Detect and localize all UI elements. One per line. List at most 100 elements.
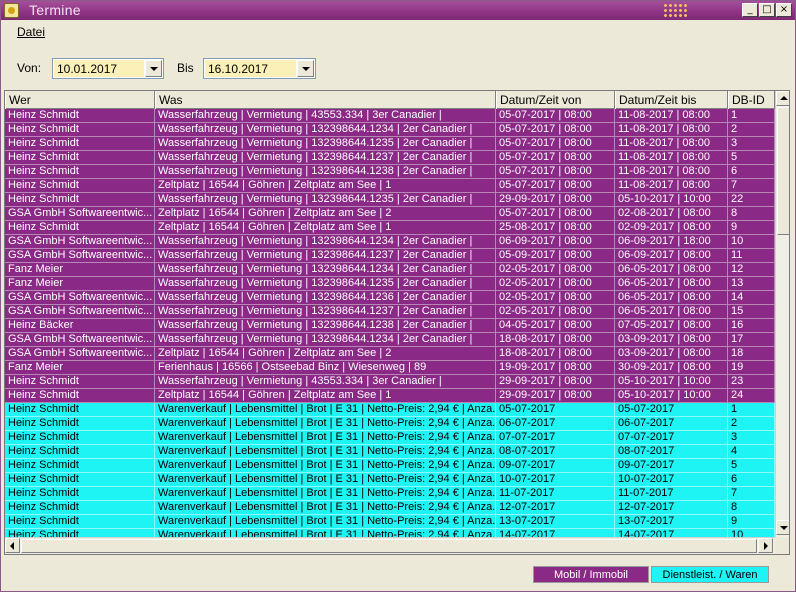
table-row[interactable]: Heinz Schmidt Wasserfahrzeug | Vermietung… (5, 123, 775, 137)
cell-was: Warenverkauf | Lebensmittel | Brot | E 3… (155, 431, 496, 445)
vertical-scroll-thumb[interactable] (777, 107, 789, 235)
cell-von: 02-05-2017 | 08:00 (496, 291, 615, 305)
cell-von: 14-07-2017 (496, 529, 615, 537)
cell-von: 25-08-2017 | 08:00 (496, 221, 615, 235)
table-row[interactable]: Heinz Schmidt Zeltplatz | 16544 | Göhren … (5, 179, 775, 193)
cell-was: Ferienhaus | 16566 | Ostseebad Binz | Wi… (155, 361, 496, 375)
title-bar[interactable]: Termine _ □ × (1, 1, 795, 20)
scroll-up-icon[interactable] (776, 91, 789, 106)
table-row[interactable]: Heinz Schmidt Wasserfahrzeug | Vermietung… (5, 137, 775, 151)
menu-datei[interactable]: Datei (17, 25, 45, 39)
table-row[interactable]: Fanz Meier Wasserfahrzeug | Vermietung | … (5, 277, 775, 291)
cell-von: 05-07-2017 | 08:00 (496, 109, 615, 123)
cell-wer: Heinz Schmidt (5, 459, 155, 473)
cell-wer: Heinz Schmidt (5, 445, 155, 459)
maximize-icon[interactable]: □ (759, 3, 775, 17)
table-row[interactable]: Heinz Schmidt Wasserfahrzeug | Vermietung… (5, 375, 775, 389)
cell-was: Warenverkauf | Lebensmittel | Brot | E 3… (155, 403, 496, 417)
cell-was: Wasserfahrzeug | Vermietung | 132398644.… (155, 165, 496, 179)
cell-dbid: 22 (728, 193, 775, 207)
table-row[interactable]: Heinz Schmidt Zeltplatz | 16544 | Göhren … (5, 389, 775, 403)
from-date-value[interactable]: 10.01.2017 (54, 60, 144, 77)
table-row[interactable]: Heinz Schmidt Warenverkauf | Lebensmittel… (5, 417, 775, 431)
cell-bis: 14-07-2017 (615, 529, 728, 537)
table-row[interactable]: GSA GmbH Softwareentwic... Wasserfahrzeug… (5, 291, 775, 305)
cell-bis: 08-07-2017 (615, 445, 728, 459)
column-header-wer[interactable]: Wer (5, 91, 155, 109)
table-row[interactable]: Heinz Schmidt Warenverkauf | Lebensmittel… (5, 515, 775, 529)
cell-bis: 06-05-2017 | 08:00 (615, 277, 728, 291)
cell-dbid: 17 (728, 333, 775, 347)
scroll-down-icon[interactable] (776, 520, 789, 535)
table-row[interactable]: Fanz Meier Wasserfahrzeug | Vermietung | … (5, 263, 775, 277)
table-row[interactable]: Heinz Schmidt Warenverkauf | Lebensmittel… (5, 459, 775, 473)
from-date-combo[interactable]: 10.01.2017 (52, 58, 164, 79)
cell-bis: 11-08-2017 | 08:00 (615, 109, 728, 123)
cell-wer: Heinz Schmidt (5, 179, 155, 193)
cell-bis: 11-08-2017 | 08:00 (615, 137, 728, 151)
cell-dbid: 2 (728, 123, 775, 137)
table-row[interactable]: Heinz Schmidt Warenverkauf | Lebensmittel… (5, 445, 775, 459)
cell-wer: Heinz Schmidt (5, 151, 155, 165)
to-date-combo[interactable]: 16.10.2017 (203, 58, 316, 79)
table-row[interactable]: GSA GmbH Softwareentwic... Wasserfahrzeug… (5, 235, 775, 249)
scroll-right-icon[interactable] (758, 538, 773, 553)
table-row[interactable]: Heinz Schmidt Wasserfahrzeug | Vermietung… (5, 193, 775, 207)
cell-von: 29-09-2017 | 08:00 (496, 375, 615, 389)
cell-dbid: 3 (728, 137, 775, 151)
horizontal-scrollbar[interactable] (5, 537, 775, 554)
table-row[interactable]: GSA GmbH Softwareentwic... Wasserfahrzeug… (5, 305, 775, 319)
cell-wer: Heinz Schmidt (5, 123, 155, 137)
table-row[interactable]: Heinz Schmidt Warenverkauf | Lebensmittel… (5, 487, 775, 501)
table-row[interactable]: Fanz Meier Ferienhaus | 16566 | Ostseebad… (5, 361, 775, 375)
app-icon[interactable] (4, 3, 19, 18)
table-row[interactable]: Heinz Schmidt Warenverkauf | Lebensmittel… (5, 431, 775, 445)
cell-bis: 06-09-2017 | 08:00 (615, 249, 728, 263)
cell-von: 07-07-2017 (496, 431, 615, 445)
table-row[interactable]: Heinz Schmidt Warenverkauf | Lebensmittel… (5, 501, 775, 515)
cell-was: Zeltplatz | 16544 | Göhren | Zeltplatz a… (155, 179, 496, 193)
table-row[interactable]: Heinz Schmidt Wasserfahrzeug | Vermietung… (5, 109, 775, 123)
table-row[interactable]: Heinz Bäcker Wasserfahrzeug | Vermietung … (5, 319, 775, 333)
column-header-von[interactable]: Datum/Zeit von (496, 91, 615, 109)
table-row[interactable]: Heinz Schmidt Warenverkauf | Lebensmittel… (5, 403, 775, 417)
cell-von: 02-05-2017 | 08:00 (496, 277, 615, 291)
minimize-icon[interactable]: _ (742, 3, 758, 17)
dropdown-arrow-icon[interactable] (297, 60, 314, 77)
column-header-bis[interactable]: Datum/Zeit bis (615, 91, 728, 109)
cell-von: 05-07-2017 | 08:00 (496, 207, 615, 221)
table-row[interactable]: Heinz Schmidt Warenverkauf | Lebensmittel… (5, 473, 775, 487)
table-row[interactable]: Heinz Schmidt Wasserfahrzeug | Vermietung… (5, 151, 775, 165)
grid-header: Wer Was Datum/Zeit von Datum/Zeit bis DB… (5, 91, 775, 109)
cell-dbid: 4 (728, 445, 775, 459)
cell-dbid: 13 (728, 277, 775, 291)
cell-von: 05-07-2017 | 08:00 (496, 165, 615, 179)
table-row[interactable]: GSA GmbH Softwareentwic... Zeltplatz | 16… (5, 207, 775, 221)
cell-dbid: 1 (728, 109, 775, 123)
scroll-left-icon[interactable] (5, 538, 20, 553)
column-header-dbid[interactable]: DB-ID (728, 91, 775, 109)
table-row[interactable]: GSA GmbH Softwareentwic... Zeltplatz | 16… (5, 347, 775, 361)
cell-wer: GSA GmbH Softwareentwic... (5, 305, 155, 319)
column-header-was[interactable]: Was (155, 91, 496, 109)
cell-dbid: 16 (728, 319, 775, 333)
cell-bis: 03-09-2017 | 08:00 (615, 333, 728, 347)
cell-wer: Fanz Meier (5, 277, 155, 291)
dropdown-arrow-icon[interactable] (145, 60, 162, 77)
table-row[interactable]: GSA GmbH Softwareentwic... Wasserfahrzeug… (5, 333, 775, 347)
table-row[interactable]: Heinz Schmidt Zeltplatz | 16544 | Göhren … (5, 221, 775, 235)
cell-wer: GSA GmbH Softwareentwic... (5, 291, 155, 305)
grid-rows: Heinz Schmidt Wasserfahrzeug | Vermietung… (5, 109, 775, 537)
cell-wer: Heinz Schmidt (5, 529, 155, 537)
horizontal-scroll-thumb[interactable] (21, 539, 757, 553)
table-row[interactable]: Heinz Schmidt Warenverkauf | Lebensmittel… (5, 529, 775, 537)
close-icon[interactable]: × (776, 3, 792, 17)
vertical-scrollbar[interactable] (775, 91, 789, 537)
to-date-value[interactable]: 16.10.2017 (205, 60, 296, 77)
table-row[interactable]: GSA GmbH Softwareentwic... Wasserfahrzeug… (5, 249, 775, 263)
appointments-grid[interactable]: Wer Was Datum/Zeit von Datum/Zeit bis DB… (4, 90, 790, 555)
table-row[interactable]: Heinz Schmidt Wasserfahrzeug | Vermietung… (5, 165, 775, 179)
cell-wer: Heinz Schmidt (5, 403, 155, 417)
cell-bis: 05-07-2017 (615, 403, 728, 417)
cell-was: Wasserfahrzeug | Vermietung | 43553.334 … (155, 109, 496, 123)
